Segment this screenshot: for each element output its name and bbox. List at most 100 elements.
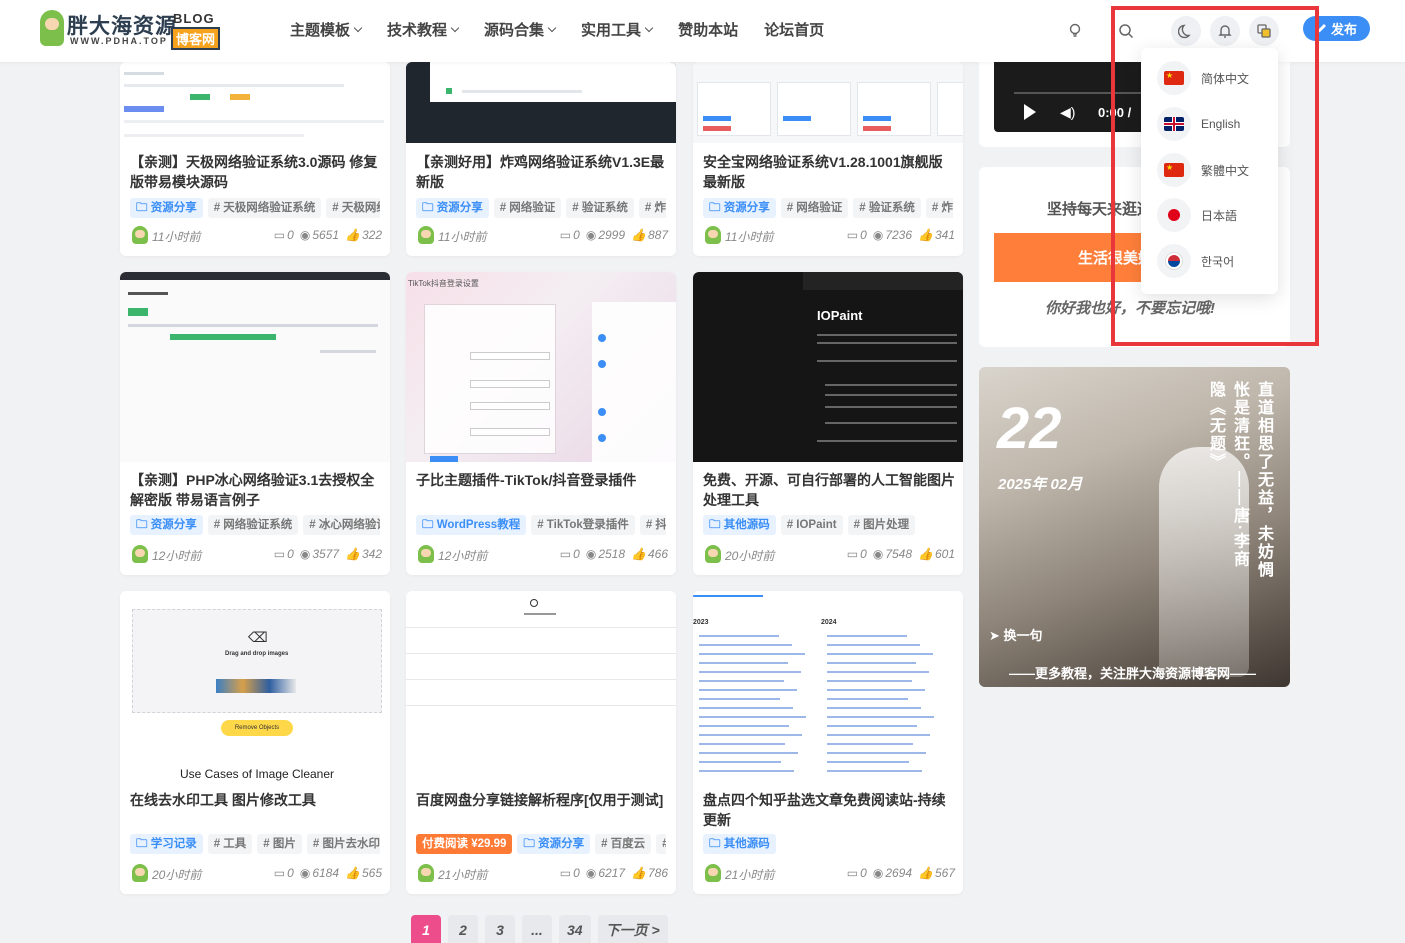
topic-tag[interactable]: # 百度云 — [595, 834, 652, 854]
play-icon[interactable] — [1024, 104, 1036, 120]
topic-tag[interactable]: # TikTok登录插件 — [531, 515, 635, 535]
author-avatar[interactable] — [418, 864, 434, 882]
category-tag[interactable]: 🗀 资源分享 — [130, 515, 203, 535]
topic-tag[interactable]: # 图片 — [257, 834, 302, 854]
moon-icon[interactable] — [1171, 16, 1201, 46]
post-card[interactable]: 百度网盘分享链接解析程序[仅用于测试] 付费阅读 ¥29.99 🗀 资源分享 # 百… — [406, 591, 676, 894]
category-tag[interactable]: 🗀 其他源码 — [703, 834, 776, 854]
category-tag[interactable]: 🗀 资源分享 — [703, 198, 776, 218]
category-tag[interactable]: 🗀 学习记录 — [130, 834, 203, 854]
refresh-poem-button[interactable]: ➤ 换一句 — [989, 625, 1043, 644]
lightbulb-icon[interactable] — [1060, 16, 1090, 46]
nav-item-themes[interactable]: 主题模板 — [290, 19, 363, 39]
post-time: 20小时前 — [152, 868, 202, 882]
post-title[interactable]: 子比主题插件-TikTok/抖音登录插件 — [416, 470, 668, 490]
post-card[interactable]: 安全宝网络验证系统V1.28.1001旗舰版最新版 🗀 资源分享 # 网络验证 # … — [693, 62, 963, 256]
post-title[interactable]: 【亲测】天极网络验证系统3.0源码 修复版带易模块源码 — [130, 152, 382, 192]
topic-tag[interactable]: # 天极网络验证系统 — [207, 198, 322, 218]
nav-item-forum[interactable]: 论坛首页 — [764, 19, 824, 39]
post-thumbnail[interactable] — [406, 591, 676, 781]
author-avatar[interactable] — [705, 226, 721, 244]
category-tag[interactable]: 🗀 资源分享 — [416, 198, 489, 218]
post-title[interactable]: 安全宝网络验证系统V1.28.1001旗舰版最新版 — [703, 152, 955, 192]
post-card[interactable]: 2023 2024 盘点四个知乎盐选文章免费阅读站-持续更新 🗀 其他源码 21… — [693, 591, 963, 894]
post-title[interactable]: 【亲测好用】炸鸡网络验证系统V1.3E最新版 — [416, 152, 668, 192]
category-tag[interactable]: 🗀 资源分享 — [130, 198, 203, 218]
post-thumbnail[interactable] — [120, 272, 390, 462]
volume-icon[interactable]: ◀) — [1060, 104, 1075, 121]
author-avatar[interactable] — [132, 226, 148, 244]
poster-poem-line: 隐《无题》 — [1207, 381, 1224, 471]
thumb-list-line — [699, 644, 792, 646]
topic-tag[interactable]: # IOPaint — [780, 515, 843, 535]
topic-tag[interactable]: # 炸 — [638, 198, 666, 218]
post-thumbnail[interactable] — [693, 62, 963, 143]
topic-tag[interactable]: # 验证系统 — [853, 198, 921, 218]
topic-tag[interactable]: # — [656, 834, 666, 854]
lang-option-zh-hans[interactable]: ★ 简体中文 — [1157, 61, 1249, 95]
category-tag[interactable]: 🗀 WordPress教程 — [416, 515, 527, 535]
site-logo[interactable]: 胖大海资源 WWW.PDHA.TOP BLOG 博客网 — [40, 10, 230, 50]
view-count: ◉ 2518 — [585, 547, 626, 561]
paid-read-badge[interactable]: 付费阅读 ¥29.99 — [416, 834, 513, 854]
page-button-2[interactable]: 2 — [448, 915, 478, 943]
bell-icon[interactable] — [1210, 16, 1240, 46]
post-card[interactable]: IOPaint 免费、开源、可自行部署的人工智能图片处理工具 🗀 其他源码 # I… — [693, 272, 963, 575]
tag-label: 资源分享 — [436, 202, 483, 214]
like-count: 👍 601 — [918, 547, 955, 561]
author-avatar[interactable] — [132, 545, 148, 563]
post-title[interactable]: 在线去水印工具 图片修改工具 — [130, 790, 382, 810]
translate-icon[interactable] — [1249, 16, 1279, 46]
topic-tag[interactable]: # 图片去水印 — [306, 834, 380, 854]
post-title[interactable]: 百度网盘分享链接解析程序[仅用于测试] — [416, 790, 668, 810]
author-avatar[interactable] — [705, 545, 721, 563]
thumb-list-line — [827, 635, 907, 637]
topic-tag[interactable]: # 天极网络 — [326, 198, 380, 218]
post-title[interactable]: 盘点四个知乎盐选文章免费阅读站-持续更新 — [703, 790, 955, 830]
lang-option-zh-hant[interactable]: ★ 繁體中文 — [1157, 153, 1249, 187]
nav-item-tutorials[interactable]: 技术教程 — [387, 19, 460, 39]
post-thumbnail[interactable]: TikTok抖音登录设置 — [406, 272, 676, 462]
topic-tag[interactable]: # 验证系统 — [566, 198, 634, 218]
post-title[interactable]: 【亲测】PHP冰心网络验证3.1去授权全解密版 带易语言例子 — [130, 470, 382, 510]
page-button-1[interactable]: 1 — [411, 915, 441, 943]
category-tag[interactable]: 🗀 其他源码 — [703, 515, 776, 535]
topic-tag[interactable]: # 网络验证 — [493, 198, 562, 218]
search-icon[interactable] — [1111, 16, 1141, 46]
post-card[interactable]: ⌫ Drag and drop images Remove Objects Us… — [120, 591, 390, 894]
author-avatar[interactable] — [705, 864, 721, 882]
lang-option-en[interactable]: English — [1157, 107, 1240, 141]
lang-option-ja[interactable]: 日本語 — [1157, 198, 1237, 232]
author-avatar[interactable] — [418, 545, 434, 563]
post-thumbnail[interactable]: IOPaint — [693, 272, 963, 462]
post-card[interactable]: 【亲测】PHP冰心网络验证3.1去授权全解密版 带易语言例子 🗀 资源分享 # 网… — [120, 272, 390, 575]
topic-tag[interactable]: # 图片处理 — [847, 515, 916, 535]
author-avatar[interactable] — [418, 226, 434, 244]
lang-option-ko[interactable]: 한국어 — [1157, 244, 1234, 278]
thumb-list-line — [699, 653, 805, 655]
post-thumbnail[interactable]: ⌫ Drag and drop images Remove Objects Us… — [120, 591, 390, 791]
topic-tag[interactable]: # 网络验证系统 — [207, 515, 299, 535]
page-button-3[interactable]: 3 — [485, 915, 515, 943]
nav-item-tools[interactable]: 实用工具 — [581, 19, 654, 39]
topic-tag[interactable]: # 网络验证 — [780, 198, 849, 218]
topic-tag[interactable]: # 冰心网络验证 — [303, 515, 380, 535]
view-count: ◉ 5651 — [299, 228, 340, 242]
topic-tag[interactable]: # 炸 — [925, 198, 953, 218]
post-thumbnail[interactable] — [120, 62, 390, 143]
nav-item-sponsor[interactable]: 赞助本站 — [678, 19, 738, 39]
nav-item-sources[interactable]: 源码合集 — [484, 19, 557, 39]
topic-tag[interactable]: # 抖音 — [639, 515, 666, 535]
page-button-34[interactable]: 34 — [559, 915, 591, 943]
post-thumbnail[interactable] — [406, 62, 676, 143]
post-card[interactable]: 【亲测好用】炸鸡网络验证系统V1.3E最新版 🗀 资源分享 # 网络验证 # 验证系… — [406, 62, 676, 256]
post-title[interactable]: 免费、开源、可自行部署的人工智能图片处理工具 — [703, 470, 955, 510]
publish-button[interactable]: 发布 — [1303, 16, 1370, 41]
topic-tag[interactable]: # 工具 — [207, 834, 253, 854]
post-card[interactable]: 【亲测】天极网络验证系统3.0源码 修复版带易模块源码 🗀 资源分享 # 天极网络… — [120, 62, 390, 256]
post-thumbnail[interactable]: 2023 2024 — [693, 591, 963, 781]
post-card[interactable]: TikTok抖音登录设置 子比主题插件-TikTok/抖音登录插件 🗀 Word… — [406, 272, 676, 575]
author-avatar[interactable] — [132, 864, 148, 882]
next-page-button[interactable]: 下一页 > — [597, 915, 668, 943]
category-tag[interactable]: 🗀 资源分享 — [517, 834, 591, 854]
